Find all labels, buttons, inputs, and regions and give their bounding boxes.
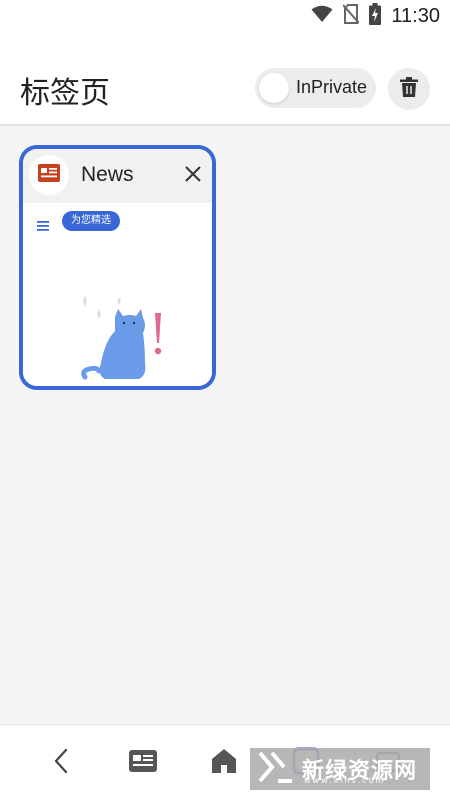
header: 标签页 InPrivate (0, 32, 450, 126)
home-icon (210, 747, 238, 779)
news-button[interactable] (125, 745, 161, 781)
header-divider (0, 124, 450, 126)
cat-illustration (81, 295, 162, 380)
tab-header: News (23, 149, 212, 203)
news-icon (128, 749, 158, 777)
back-icon (53, 748, 69, 778)
hamburger-icon (37, 216, 49, 231)
status-bar: 11:30 (0, 0, 450, 32)
close-all-tabs-button[interactable] (388, 68, 430, 110)
tab-card[interactable]: News 为您精选 (19, 145, 216, 390)
tab-favicon (29, 155, 69, 195)
preview-category-pill: 为您精选 (62, 211, 120, 231)
watermark-logo (258, 751, 294, 787)
status-time: 11:30 (391, 4, 440, 27)
news-icon (38, 164, 60, 186)
page-title: 标签页 (20, 76, 110, 111)
home-button[interactable] (206, 745, 242, 781)
watermark-url: www.xlhs.com (304, 776, 386, 785)
no-sim-icon (342, 4, 361, 28)
toggle-knob[interactable] (259, 73, 289, 103)
tab-grid: News 为您精选 (0, 127, 450, 800)
tab-preview: 为您精选 (23, 203, 212, 386)
tab-title: News (81, 163, 134, 186)
back-button[interactable] (43, 745, 79, 781)
wifi-icon (311, 5, 333, 27)
inprivate-label: InPrivate (296, 77, 368, 97)
watermark: 新绿资源网 www.xlhs.com (250, 748, 430, 790)
status-icons: 11:30 (311, 3, 440, 29)
inprivate-toggle[interactable]: InPrivate (255, 68, 376, 108)
close-icon[interactable] (182, 163, 204, 185)
trash-icon (400, 77, 418, 101)
battery-charging-icon (369, 3, 382, 29)
